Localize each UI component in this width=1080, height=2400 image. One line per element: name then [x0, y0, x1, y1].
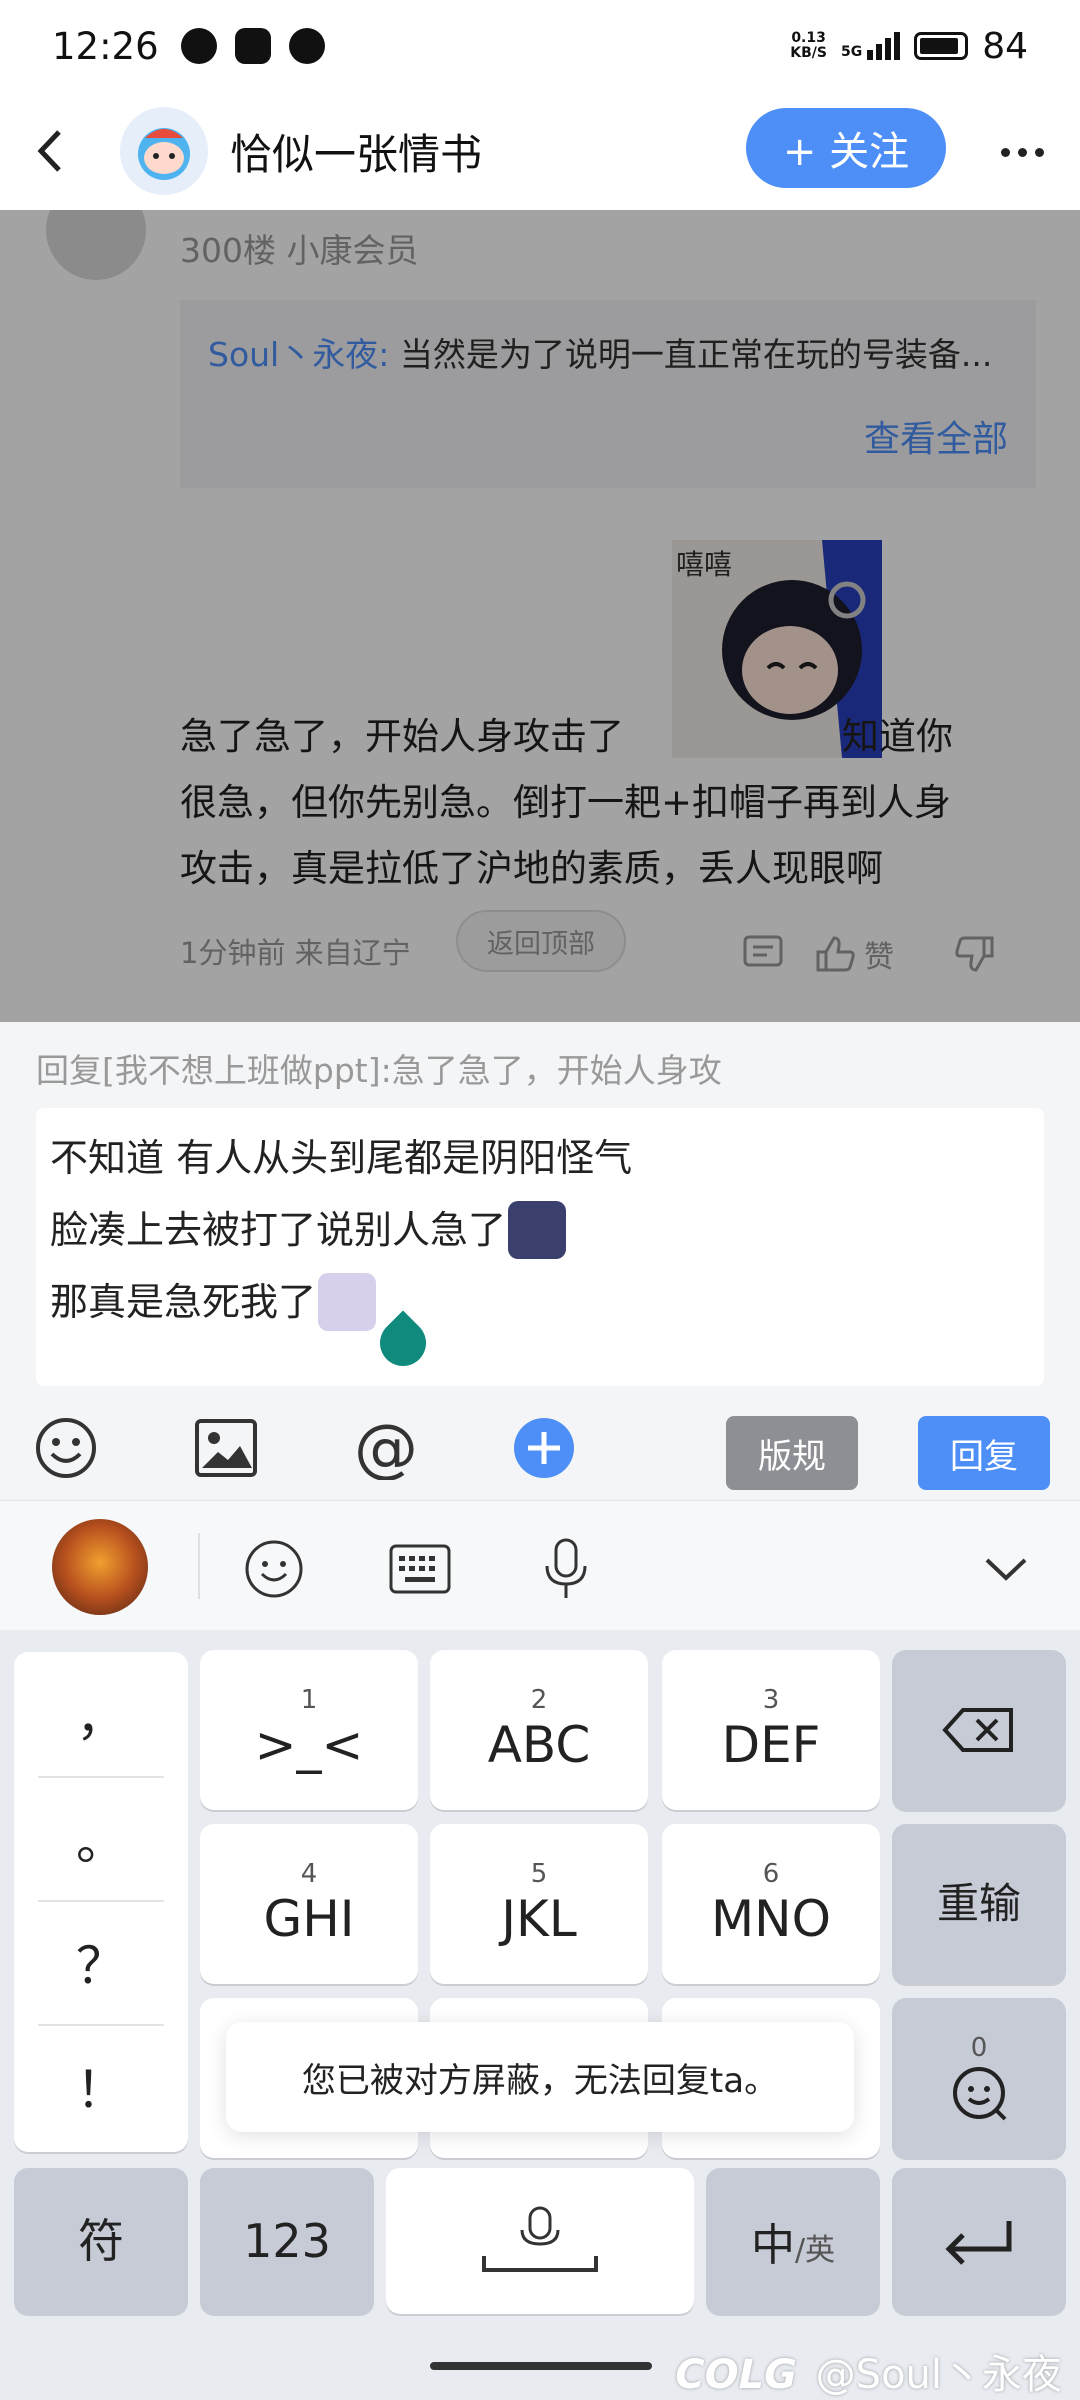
- smiley-icon: [245, 1540, 303, 1598]
- follow-button[interactable]: + 关注: [746, 108, 946, 188]
- reply-panel: 回复[我不想上班做ppt]:急了急了，开始人身攻 不知道 有人从头到尾都是阴阳怪…: [0, 1022, 1080, 1500]
- sticker-emoji-icon: [318, 1273, 377, 1331]
- mascot-icon: [138, 128, 190, 180]
- sticker-emoji-icon: [508, 1201, 567, 1259]
- numbers-key[interactable]: 123: [200, 2168, 374, 2314]
- post-content: 300楼 小康会员 Soul丶永夜: 当然是为了说明一直正常在玩的号装备... …: [0, 210, 1080, 1022]
- dot-icon: [1034, 147, 1044, 157]
- key-4[interactable]: 4 GHI: [200, 1824, 418, 1984]
- space-microphone-icon: [482, 2206, 598, 2272]
- watermark-logo: COLG: [675, 2352, 797, 2398]
- key-5[interactable]: 5 JKL: [430, 1824, 648, 1984]
- watermark: COLG @Soul丶永夜: [675, 2342, 1062, 2400]
- key-1[interactable]: 1 >_<: [200, 1650, 418, 1810]
- image-icon: [195, 1419, 257, 1477]
- status-time: 12:26: [52, 24, 159, 68]
- key-6[interactable]: 6 MNO: [662, 1824, 880, 1984]
- key-2[interactable]: 2 ABC: [430, 1650, 648, 1810]
- net-speed: 0.13 KB/S: [790, 30, 827, 61]
- reply-input-line: 不知道 有人从头到尾都是阴阳怪气: [50, 1136, 633, 1180]
- forum-avatar[interactable]: [120, 107, 208, 195]
- message-icon: [288, 28, 325, 64]
- svg-text:@: @: [354, 1416, 416, 1480]
- emoji-button[interactable]: [34, 1416, 98, 1480]
- more-options-button[interactable]: [992, 122, 1052, 182]
- back-button[interactable]: [0, 92, 100, 210]
- chevron-left-icon: [37, 130, 61, 172]
- screen: 12:26 0.13 KB/S 5G 84 恰似一张情书 + 关注 300楼 小…: [0, 0, 1080, 2400]
- battery-level: 84: [982, 25, 1028, 67]
- keyboard-icon: [389, 1544, 451, 1594]
- backspace-icon: [942, 1708, 1013, 1752]
- punctuation-column: ， 。 ？ ！: [14, 1652, 188, 2152]
- key-question[interactable]: ？: [14, 1900, 188, 2024]
- ime-skin-avatar[interactable]: [52, 1519, 148, 1615]
- at-icon: @: [354, 1416, 416, 1480]
- status-right: 0.13 KB/S 5G 84: [790, 26, 1028, 67]
- symbol-key[interactable]: 符: [14, 2168, 188, 2314]
- backspace-key[interactable]: [892, 1650, 1066, 1810]
- ime-emoji-button[interactable]: [242, 1537, 306, 1601]
- forum-title[interactable]: 恰似一张情书: [230, 121, 482, 182]
- microphone-icon: [545, 1538, 587, 1598]
- rules-button[interactable]: 版规: [726, 1416, 858, 1490]
- reply-input-line: 那真是急死我了: [50, 1266, 1030, 1338]
- reply-toolbar: @ 版规 回复: [0, 1394, 1080, 1498]
- submit-reply-button[interactable]: 回复: [918, 1416, 1050, 1490]
- key-3[interactable]: 3 DEF: [662, 1650, 880, 1810]
- reenter-key[interactable]: 重输: [892, 1824, 1066, 1984]
- keyboard: ， 。 ？ ！ 1 >_< 2 ABC 3 DEF 4 GHI 5 JKL 6 …: [0, 1630, 1080, 2400]
- dot-icon: [1017, 147, 1027, 157]
- status-bar: 12:26 0.13 KB/S 5G 84: [0, 0, 1080, 92]
- more-tools-button[interactable]: [512, 1416, 576, 1480]
- reply-hint: 回复[我不想上班做ppt]:急了急了，开始人身攻: [36, 1051, 722, 1090]
- dot-icon: [1000, 147, 1010, 157]
- nav-bar: 恰似一张情书 + 关注: [0, 92, 1080, 210]
- ime-keyboard-button[interactable]: [388, 1537, 452, 1601]
- collapse-keyboard-button[interactable]: [974, 1537, 1038, 1601]
- dim-overlay[interactable]: [0, 210, 1080, 1022]
- blocked-toast: 您已被对方屏蔽，无法回复ta。: [226, 2022, 854, 2132]
- key-exclamation[interactable]: ！: [14, 2024, 188, 2148]
- reply-input[interactable]: 不知道 有人从头到尾都是阴阳怪气 脸凑上去被打了说别人急了 那真是急死我了: [36, 1108, 1044, 1386]
- home-indicator[interactable]: [430, 2362, 652, 2370]
- smiley-icon: [36, 1418, 96, 1478]
- qq-icon: [234, 28, 271, 64]
- plus-circle-icon: [514, 1418, 574, 1478]
- image-button[interactable]: [194, 1416, 258, 1480]
- space-key[interactable]: [386, 2168, 694, 2314]
- key-comma[interactable]: ，: [14, 1652, 188, 1776]
- enter-key[interactable]: [892, 2168, 1066, 2314]
- battery-icon: [914, 32, 969, 60]
- emoji-key[interactable]: 0: [892, 1998, 1066, 2158]
- key-period[interactable]: 。: [14, 1776, 188, 1900]
- signal-icon: 5G: [841, 32, 901, 60]
- smiley-icon: [953, 2067, 1007, 2121]
- watermark-text: @Soul丶永夜: [815, 2352, 1062, 2398]
- mention-button[interactable]: @: [352, 1416, 416, 1480]
- language-switch-key[interactable]: 中/英: [706, 2168, 880, 2314]
- notification-icon: [180, 28, 217, 64]
- chevron-down-icon: [985, 1558, 1027, 1581]
- enter-icon: [945, 2221, 1012, 2265]
- ime-toolbar: [0, 1500, 1080, 1630]
- divider: [198, 1533, 200, 1599]
- ime-voice-button[interactable]: [534, 1537, 598, 1601]
- reply-input-line: 脸凑上去被打了说别人急了: [50, 1194, 1030, 1266]
